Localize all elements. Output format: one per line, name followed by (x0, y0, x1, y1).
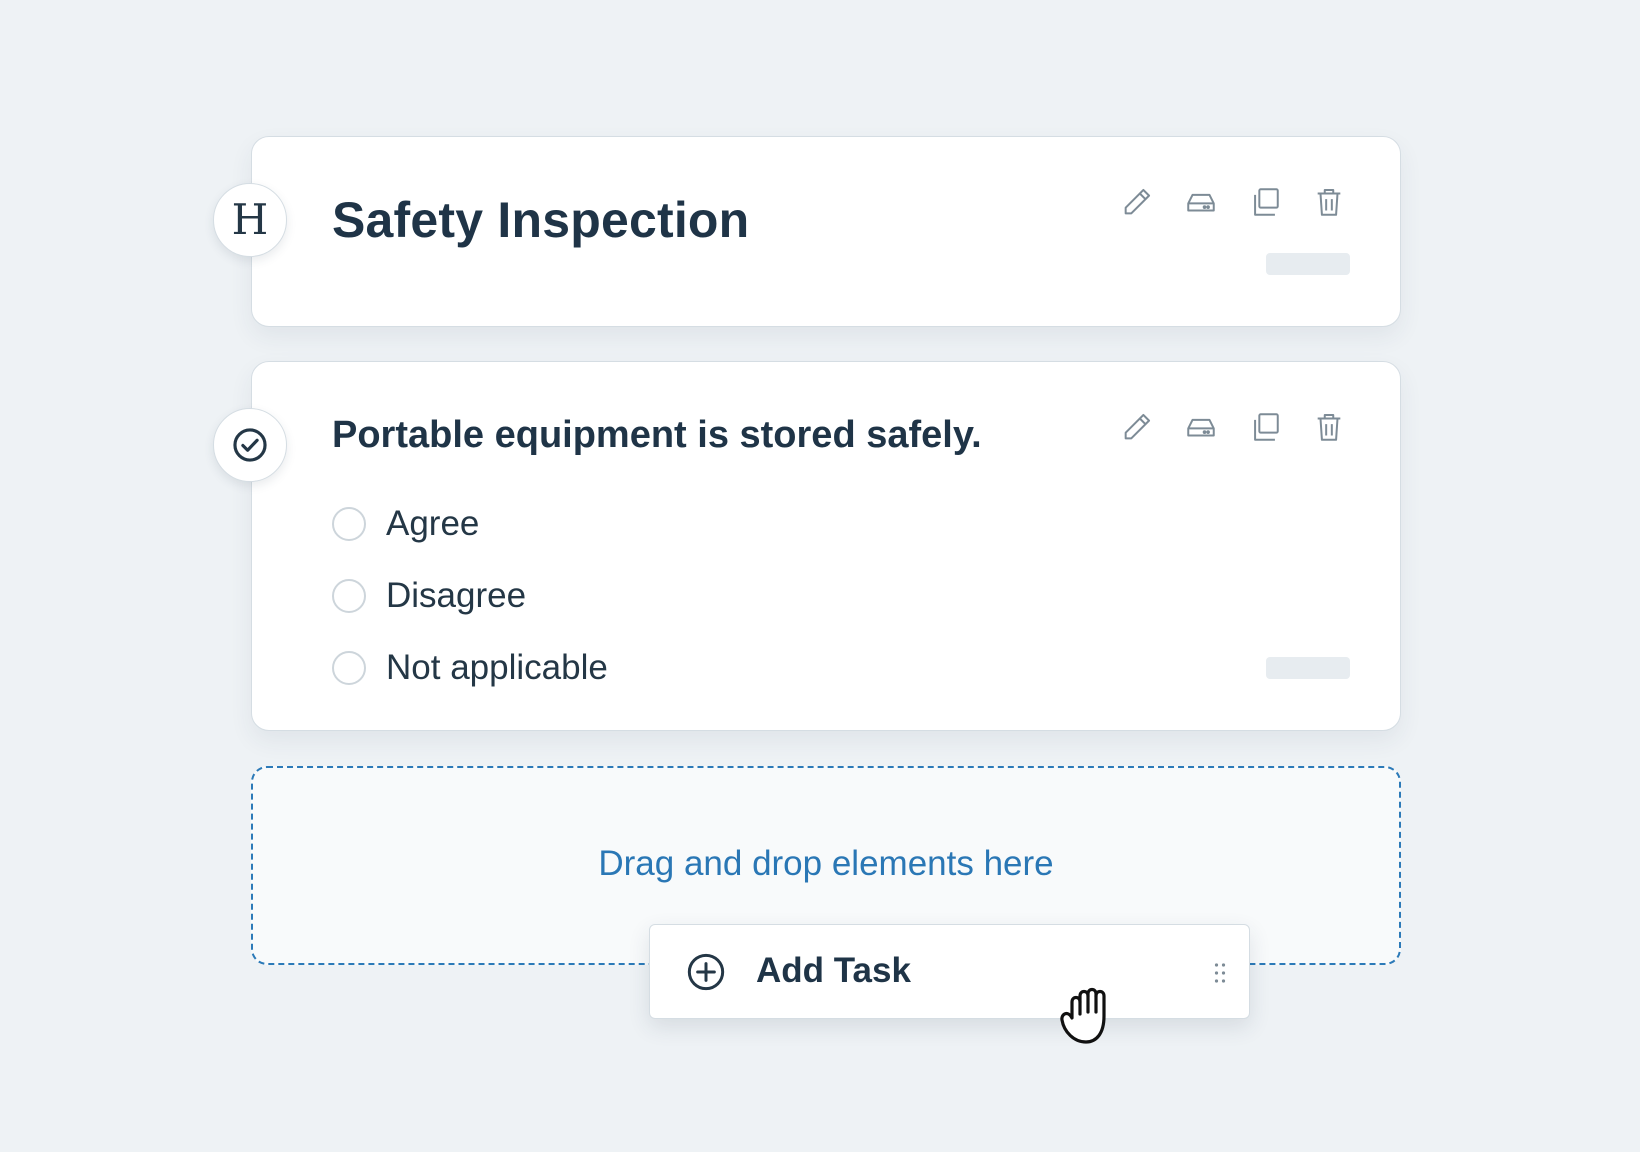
drop-zone-text: Drag and drop elements here (598, 844, 1054, 883)
edit-button[interactable] (1118, 183, 1156, 221)
heading-type-badge: H (213, 183, 287, 257)
copy-icon (1254, 413, 1279, 441)
delete-button[interactable] (1310, 183, 1348, 221)
option-not-applicable[interactable]: Not applicable (332, 632, 608, 704)
add-task-draggable[interactable]: Add Task (649, 924, 1250, 1019)
heading-letter-icon: H (231, 195, 269, 244)
radio-button[interactable] (332, 507, 366, 541)
option-label: Agree (386, 504, 480, 543)
question-type-badge (213, 408, 287, 482)
inbox-button[interactable] (1182, 183, 1220, 221)
check-circle-icon (233, 428, 267, 462)
pencil-icon (1124, 188, 1151, 215)
inbox-button[interactable] (1182, 408, 1220, 446)
duplicate-button[interactable] (1246, 408, 1284, 446)
question-text: Portable equipment is stored safely. (332, 414, 982, 456)
heading-card[interactable]: H Safety Inspection (213, 136, 1401, 327)
heading-actions (1118, 183, 1348, 221)
trash-icon (1317, 413, 1341, 441)
question-card[interactable]: Portable equipment is stored safely. Agr… (213, 361, 1401, 731)
option-agree[interactable]: Agree (332, 488, 608, 560)
option-label: Disagree (386, 576, 527, 615)
heading-placeholder-pill (1266, 253, 1350, 275)
radio-button[interactable] (332, 651, 366, 685)
heading-title: Safety Inspection (332, 192, 750, 248)
option-disagree[interactable]: Disagree (332, 560, 608, 632)
duplicate-button[interactable] (1246, 183, 1284, 221)
question-actions (1118, 408, 1348, 446)
radio-button[interactable] (332, 579, 366, 613)
add-task-label: Add Task (756, 951, 911, 990)
delete-button[interactable] (1310, 408, 1348, 446)
tray-icon (1187, 418, 1215, 437)
plus-circle-icon (687, 953, 725, 991)
answer-options: Agree Disagree Not applicable (332, 488, 608, 704)
drag-handle-icon[interactable] (1213, 961, 1227, 985)
tray-icon (1187, 193, 1215, 212)
question-placeholder-pill (1266, 657, 1350, 679)
copy-icon (1254, 188, 1279, 216)
edit-button[interactable] (1118, 408, 1156, 446)
option-label: Not applicable (386, 648, 608, 687)
pencil-icon (1124, 413, 1151, 440)
trash-icon (1317, 188, 1341, 216)
